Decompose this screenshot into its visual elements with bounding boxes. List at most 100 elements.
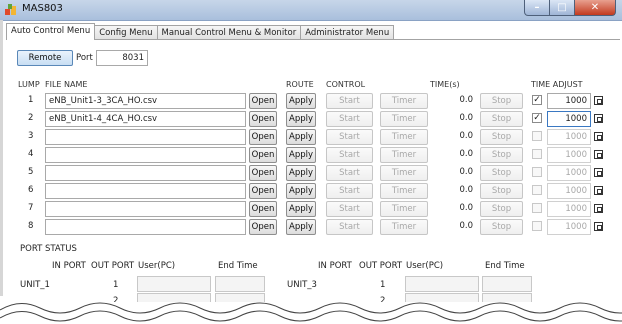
time-adjust-input[interactable]: 1000 [547, 165, 591, 181]
start-button[interactable]: Start [326, 165, 373, 181]
file-name-field[interactable] [45, 129, 246, 145]
spin-icon[interactable] [594, 222, 603, 231]
spin-icon[interactable] [594, 186, 603, 195]
timer-button[interactable]: Timer [380, 201, 428, 217]
time-adjust-input[interactable]: 1000 [547, 219, 591, 235]
open-button[interactable]: Open [249, 165, 277, 181]
stop-button[interactable]: Stop [480, 219, 523, 235]
spin-icon[interactable] [594, 132, 603, 141]
apply-button[interactable]: Apply [286, 165, 316, 181]
spin-icon[interactable] [594, 96, 603, 105]
start-button[interactable]: Start [326, 129, 373, 145]
time-adjust-input[interactable]: 1000 [547, 201, 591, 217]
apply-button[interactable]: Apply [286, 219, 316, 235]
file-name-field[interactable] [45, 165, 246, 181]
time-value: 0.0 [459, 95, 473, 105]
start-button[interactable]: Start [326, 183, 373, 199]
time-adjust-input[interactable]: 1000 [547, 111, 591, 127]
minimize-icon: – [534, 2, 540, 13]
time-adjust-checkbox[interactable] [532, 221, 542, 231]
file-name-field[interactable] [45, 201, 246, 217]
stop-button[interactable]: Stop [480, 201, 523, 217]
apply-button[interactable]: Apply [286, 183, 316, 199]
tab-manual-control-menu-monitor[interactable]: Manual Control Menu & Monitor [156, 25, 302, 40]
timer-button[interactable]: Timer [380, 183, 428, 199]
spin-icon[interactable] [594, 150, 603, 159]
time-adjust-checkbox[interactable]: ✓ [532, 95, 542, 105]
lump-number: 5 [28, 167, 34, 177]
port-input[interactable]: 8031 [96, 50, 148, 66]
time-adjust-checkbox[interactable] [532, 131, 542, 141]
minimize-button[interactable]: – [524, 0, 550, 16]
file-name-field[interactable] [45, 183, 246, 199]
out-port-value: 1 [380, 280, 386, 290]
file-name-field[interactable] [45, 147, 246, 163]
stop-button[interactable]: Stop [480, 165, 523, 181]
start-button[interactable]: Start [326, 219, 373, 235]
file-name-field[interactable] [45, 219, 246, 235]
file-name-field[interactable]: eNB_Unit1-3_3CA_HO.csv [45, 93, 246, 109]
close-button[interactable]: ✕ [575, 0, 616, 16]
apply-button[interactable]: Apply [286, 147, 316, 163]
time-adjust-input[interactable]: 1000 [547, 93, 591, 109]
timer-button[interactable]: Timer [380, 93, 428, 109]
spin-icon[interactable] [594, 168, 603, 177]
spin-icon[interactable] [594, 204, 603, 213]
header-control: CONTROL [326, 80, 366, 89]
time-adjust-checkbox[interactable] [532, 149, 542, 159]
open-button[interactable]: Open [249, 219, 277, 235]
lump-number: 7 [28, 203, 34, 213]
open-button[interactable]: Open [249, 93, 277, 109]
lump-row: 2 eNB_Unit1-4_4CA_HO.csv Open Apply Star… [0, 110, 622, 128]
start-button[interactable]: Start [326, 111, 373, 127]
start-button[interactable]: Start [326, 93, 373, 109]
timer-button[interactable]: Timer [380, 165, 428, 181]
window-controls: – □ ✕ [524, 0, 616, 16]
lump-number: 3 [28, 131, 34, 141]
header-in-port-left: IN PORT [52, 261, 86, 271]
checkmark-icon: ✓ [533, 95, 541, 105]
remote-button[interactable]: Remote [17, 50, 73, 66]
apply-button[interactable]: Apply [286, 201, 316, 217]
time-adjust-checkbox[interactable] [532, 203, 542, 213]
stop-button[interactable]: Stop [480, 129, 523, 145]
file-name-field[interactable]: eNB_Unit1-4_4CA_HO.csv [45, 111, 246, 127]
maximize-button[interactable]: □ [550, 0, 575, 16]
time-adjust-input[interactable]: 1000 [547, 183, 591, 199]
tab-auto-control-menu[interactable]: Auto Control Menu [6, 23, 96, 40]
apply-button[interactable]: Apply [286, 111, 316, 127]
open-button[interactable]: Open [249, 183, 277, 199]
tab-config-menu[interactable]: Config Menu [94, 25, 158, 40]
open-button[interactable]: Open [249, 129, 277, 145]
timer-button[interactable]: Timer [380, 111, 428, 127]
apply-button[interactable]: Apply [286, 129, 316, 145]
time-adjust-input[interactable]: 1000 [547, 147, 591, 163]
user-field [137, 276, 211, 292]
stop-button[interactable]: Stop [480, 147, 523, 163]
stop-button[interactable]: Stop [480, 183, 523, 199]
start-button[interactable]: Start [326, 147, 373, 163]
app-icon [5, 4, 16, 15]
spin-icon[interactable] [594, 114, 603, 123]
open-button[interactable]: Open [249, 201, 277, 217]
time-adjust-checkbox[interactable]: ✓ [532, 113, 542, 123]
timer-button[interactable]: Timer [380, 219, 428, 235]
stop-button[interactable]: Stop [480, 93, 523, 109]
timer-button[interactable]: Timer [380, 147, 428, 163]
open-button[interactable]: Open [249, 111, 277, 127]
time-adjust-checkbox[interactable] [532, 167, 542, 177]
lump-row: 8 Open Apply Start Timer 0.0 Stop 1000 [0, 218, 622, 236]
stop-button[interactable]: Stop [480, 111, 523, 127]
start-button[interactable]: Start [326, 201, 373, 217]
apply-button[interactable]: Apply [286, 93, 316, 109]
lump-table: 1 eNB_Unit1-3_3CA_HO.csv Open Apply Star… [0, 92, 622, 236]
open-button[interactable]: Open [249, 147, 277, 163]
header-end-time-left: End Time [218, 261, 258, 271]
time-adjust-checkbox[interactable] [532, 185, 542, 195]
timer-button[interactable]: Timer [380, 129, 428, 145]
tab-administrator-menu[interactable]: Administrator Menu [300, 25, 395, 40]
time-adjust-input[interactable]: 1000 [547, 129, 591, 145]
close-icon: ✕ [590, 2, 600, 13]
lump-row: 7 Open Apply Start Timer 0.0 Stop 1000 [0, 200, 622, 218]
unit-right-label: UNIT_3 [287, 280, 317, 290]
